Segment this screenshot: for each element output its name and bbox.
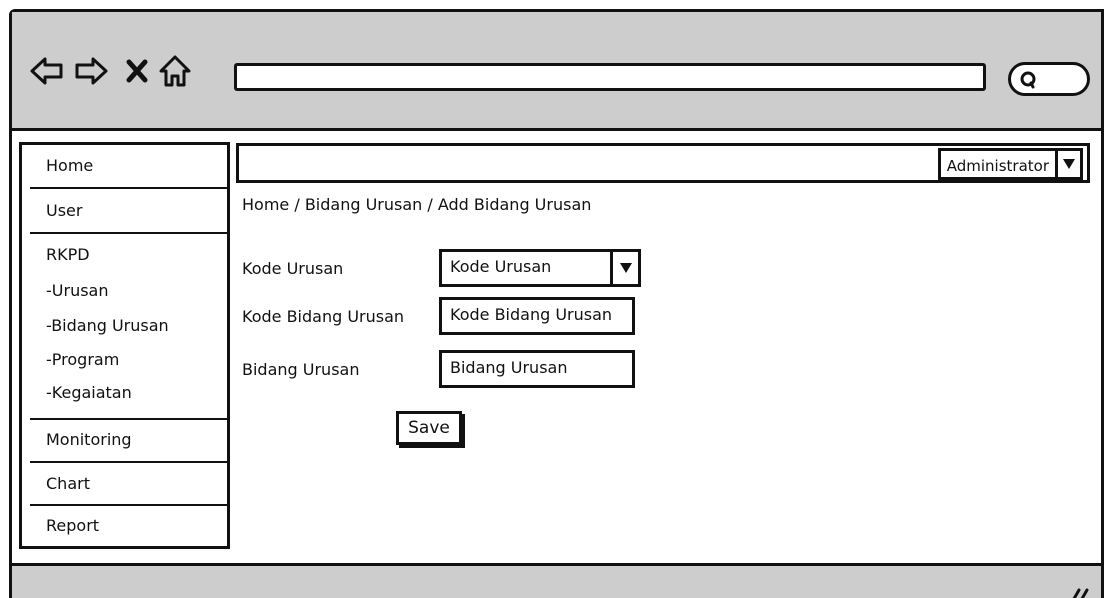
sidebar-item-label: Report: [46, 516, 100, 535]
browser-window: Home User RKPD -Urusan -Bidang Urusan -P…: [9, 9, 1104, 598]
chevron-down-icon: [619, 263, 632, 273]
bidang-urusan-label: Bidang Urusan: [242, 360, 360, 379]
user-menu-dropdown[interactable]: Administrator: [937, 148, 1083, 180]
chevron-down-icon: [1063, 159, 1075, 169]
kode-bidang-urusan-input[interactable]: Kode Bidang Urusan: [439, 297, 635, 335]
divider: [30, 187, 229, 189]
home-icon: [159, 55, 191, 87]
sidebar-nav: Home User RKPD -Urusan -Bidang Urusan -P…: [19, 142, 230, 549]
kode-urusan-value: Kode Urusan: [450, 257, 552, 276]
sidebar-item-label: Monitoring: [46, 430, 132, 449]
forward-arrow-icon: [75, 57, 108, 85]
home-button[interactable]: [156, 52, 194, 90]
stop-button[interactable]: [118, 52, 156, 90]
sidebar-item-label: -Kegaiatan: [46, 383, 132, 402]
breadcrumb: Home / Bidang Urusan / Add Bidang Urusan: [242, 195, 592, 214]
status-bar: [12, 563, 1101, 598]
sidebar-item-label: -Urusan: [46, 281, 109, 300]
dropdown-toggle[interactable]: [1058, 151, 1080, 177]
sidebar-item-label: -Bidang Urusan: [46, 316, 169, 335]
sidebar-item-monitoring[interactable]: Monitoring: [22, 430, 227, 449]
sidebar-item-kegaiatan[interactable]: -Kegaiatan: [22, 383, 227, 402]
divider: [30, 504, 229, 506]
divider: [30, 418, 229, 420]
sidebar-item-label: -Program: [46, 350, 120, 369]
dropdown-toggle[interactable]: [610, 252, 638, 284]
sidebar-item-chart[interactable]: Chart: [22, 474, 227, 493]
kode-urusan-select[interactable]: Kode Urusan: [439, 249, 641, 287]
bidang-urusan-input[interactable]: Bidang Urusan: [439, 350, 635, 388]
sidebar-item-urusan[interactable]: -Urusan: [22, 281, 227, 300]
browser-toolbar: [12, 12, 1101, 131]
sidebar-item-rkpd[interactable]: RKPD: [22, 245, 227, 264]
search-icon: [1020, 71, 1036, 89]
sidebar-item-label: Chart: [46, 474, 90, 493]
sidebar-item-label: RKPD: [46, 245, 90, 264]
kode-urusan-label: Kode Urusan: [242, 259, 344, 278]
resize-grip-icon[interactable]: [1067, 586, 1089, 598]
address-bar[interactable]: [234, 63, 986, 91]
sidebar-item-program[interactable]: -Program: [22, 350, 227, 369]
sidebar-item-report[interactable]: Report: [22, 516, 227, 535]
sidebar-item-label: User: [46, 201, 83, 220]
sidebar-item-bidang-urusan[interactable]: -Bidang Urusan: [22, 316, 227, 335]
divider: [30, 232, 229, 234]
sidebar-item-label: Home: [46, 156, 94, 175]
top-bar: Administrator: [236, 143, 1090, 183]
save-button[interactable]: Save: [396, 411, 462, 445]
sidebar-item-home[interactable]: Home: [22, 156, 227, 175]
divider: [30, 461, 229, 463]
back-button[interactable]: [28, 52, 66, 90]
sidebar-item-user[interactable]: User: [22, 201, 227, 220]
kode-bidang-urusan-label: Kode Bidang Urusan: [242, 307, 405, 326]
back-arrow-icon: [30, 57, 63, 85]
search-field[interactable]: [1008, 62, 1090, 96]
stop-icon: [126, 59, 148, 83]
user-menu-label: Administrator: [941, 151, 1058, 177]
forward-button[interactable]: [72, 52, 110, 90]
